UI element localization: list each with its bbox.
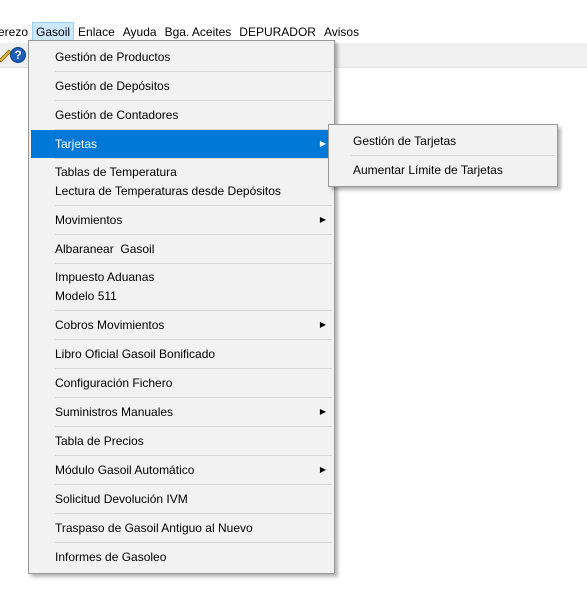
menubar-item-ayuda[interactable]: Ayuda <box>119 22 161 42</box>
submenu-arrow-icon: ▶ <box>319 407 326 416</box>
help-icon[interactable]: ? <box>10 47 26 63</box>
menu-item-impuesto-aduanas[interactable]: Impuesto Aduanas Modelo 511 <box>31 264 332 310</box>
menu-item-gestion-productos[interactable]: Gestión de Productos <box>31 43 332 71</box>
menu-item-informes-gasoleo[interactable]: Informes de Gasoleo <box>31 543 332 571</box>
menu-item-modulo-gasoil-automatico[interactable]: Módulo Gasoil Automático ▶ <box>31 456 332 484</box>
submenu-arrow-icon: ▶ <box>319 215 326 224</box>
menu-item-albaranear-gasoil[interactable]: Albaranear Gasoil <box>31 235 332 263</box>
menu-item-tabla-precios[interactable]: Tabla de Precios <box>31 427 332 455</box>
menu-item-suministros-manuales[interactable]: Suministros Manuales ▶ <box>31 398 332 426</box>
menu-item-gestion-contadores[interactable]: Gestión de Contadores <box>31 101 332 129</box>
menu-item-temperatura[interactable]: Tablas de Temperatura Lectura de Tempera… <box>31 159 332 205</box>
menubar-item-enlace[interactable]: Enlace <box>74 22 119 42</box>
menubar-item-bga-aceites[interactable]: Bga. Aceites <box>161 22 236 42</box>
tarjetas-submenu: Gestión de Tarjetas Aumentar Límite de T… <box>328 124 558 187</box>
menu-item-libro-oficial[interactable]: Libro Oficial Gasoil Bonificado <box>31 340 332 368</box>
menubar-item-avisos[interactable]: Avisos <box>320 22 363 42</box>
menubar-item-gasoil[interactable]: Gasoil <box>32 22 75 42</box>
menubar-item-depurador[interactable]: DEPURADOR <box>235 22 320 42</box>
menubar-item-erezo[interactable]: erezo <box>0 22 32 42</box>
menu-item-cobros-movimientos[interactable]: Cobros Movimientos ▶ <box>31 311 332 339</box>
menu-item-movimientos[interactable]: Movimientos ▶ <box>31 206 332 234</box>
menu-item-solicitud-devolucion[interactable]: Solicitud Devolución IVM <box>31 485 332 513</box>
menu-item-configuracion-fichero[interactable]: Configuración Fichero <box>31 369 332 397</box>
submenu-arrow-icon: ▶ <box>319 465 326 474</box>
submenu-arrow-icon: ▶ <box>319 139 326 148</box>
menu-item-gestion-tarjetas[interactable]: Gestión de Tarjetas <box>331 127 555 155</box>
menu-item-tarjetas[interactable]: Tarjetas ▶ <box>31 130 332 158</box>
gasoil-dropdown-menu: Gestión de Productos Gestión de Depósito… <box>28 40 335 574</box>
menu-item-gestion-depositos[interactable]: Gestión de Depósitos <box>31 72 332 100</box>
menu-item-traspaso-gasoil[interactable]: Traspaso de Gasoil Antiguo al Nuevo <box>31 514 332 542</box>
menu-item-aumentar-limite[interactable]: Aumentar Límite de Tarjetas <box>331 156 555 184</box>
menu-bar: erezo Gasoil Enlace Ayuda Bga. Aceites D… <box>0 22 587 42</box>
submenu-arrow-icon: ▶ <box>319 320 326 329</box>
